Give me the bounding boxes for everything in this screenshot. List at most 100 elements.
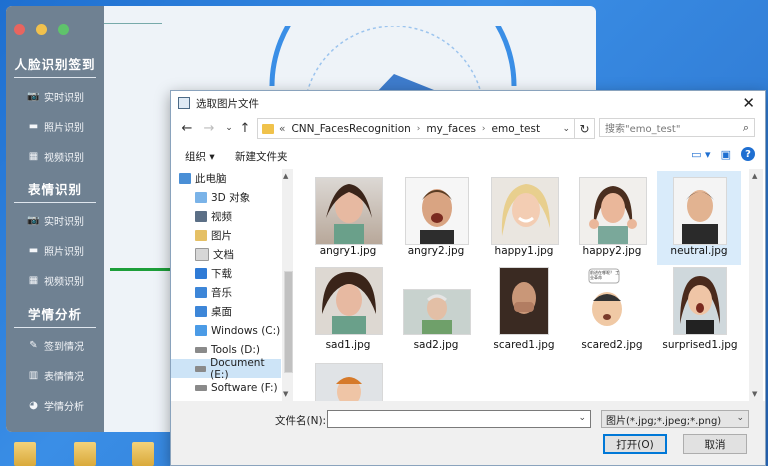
refresh-icon[interactable]: ↻ — [575, 118, 595, 139]
nav-item-downloads[interactable]: 下载 — [195, 264, 293, 283]
help-icon[interactable]: ? — [741, 147, 755, 161]
chevron-right-icon: › — [481, 123, 486, 134]
sidebar-item-video-expr[interactable]: ▦ 视频识别 — [28, 273, 84, 288]
scroll-thumb[interactable] — [284, 271, 293, 373]
search-placeholder: 搜索"emo_test" — [605, 124, 681, 135]
navigation-pane: 此电脑 3D 对象 视频 图片 文档 下载 音乐 桌面 Windows (C:)… — [171, 169, 293, 401]
filename-input[interactable]: ⌄ — [327, 410, 591, 428]
folder-icon: ▬ — [28, 121, 39, 132]
nav-item-videos[interactable]: 视频 — [195, 207, 293, 226]
desktop-folder-icon[interactable] — [14, 442, 36, 466]
nav-item-drive-e[interactable]: Document (E:) — [171, 357, 281, 381]
file-item-partial[interactable] — [305, 361, 391, 401]
nav-item-music[interactable]: 音乐 — [195, 283, 293, 302]
sidebar-item-expression-status[interactable]: ▥ 表情情况 — [28, 368, 84, 383]
preview-pane-icon[interactable]: ▣ — [721, 148, 731, 161]
back-arrow-icon[interactable]: ← — [179, 120, 195, 136]
nav-item-documents[interactable]: 文档 — [195, 245, 293, 264]
film-icon: ▦ — [28, 275, 39, 286]
minimize-dot[interactable] — [36, 24, 47, 35]
new-folder-button[interactable]: 新建文件夹 — [235, 149, 288, 164]
scroll-down-icon[interactable]: ▼ — [283, 390, 288, 398]
window-controls — [14, 24, 69, 35]
file-name: happy1.jpg — [494, 245, 554, 257]
sidebar-item-checkin-status[interactable]: ✎ 签到情况 — [28, 338, 84, 353]
downloads-icon — [195, 268, 207, 279]
scroll-up-icon[interactable]: ▲ — [283, 172, 288, 180]
scroll-up-icon[interactable]: ▲ — [752, 172, 757, 180]
file-item-sad2[interactable]: sad2.jpg — [393, 265, 479, 359]
file-item-neutral[interactable]: neutral.jpg — [657, 171, 741, 265]
nav-label: 桌面 — [211, 306, 232, 318]
close-dot[interactable] — [14, 24, 25, 35]
nav-item-drive-f[interactable]: Software (F:) — [195, 378, 293, 397]
nav-scrollbar[interactable]: ▲ ▼ — [282, 169, 293, 401]
sidebar-item-realtime-face[interactable]: 📷 实时识别 — [27, 89, 84, 104]
file-item-scared1[interactable]: scared1.jpg — [481, 265, 567, 359]
image-thumbnail — [315, 267, 383, 335]
nav-item-drive-c[interactable]: Windows (C:) — [195, 321, 293, 340]
drive-icon — [195, 384, 207, 391]
nav-item-3d-objects[interactable]: 3D 对象 — [195, 188, 293, 207]
sidebar-item-photo-face[interactable]: ▬ 照片识别 — [28, 119, 84, 134]
maximize-dot[interactable] — [58, 24, 69, 35]
sidebar-item-label: 照片识别 — [44, 247, 84, 258]
meme-caption: 前进在哪呢？ 工业革命 — [590, 270, 620, 280]
nav-label: 音乐 — [211, 287, 232, 299]
file-item-happy1[interactable]: happy1.jpg — [481, 171, 567, 265]
sidebar-item-learning-analysis[interactable]: ◕ 学情分析 — [28, 398, 84, 413]
chevron-down-icon[interactable]: ⌄ — [562, 124, 570, 134]
sidebar-item-realtime-expr[interactable]: 📷 实时识别 — [27, 213, 84, 228]
open-button[interactable]: 打开(O) — [603, 434, 667, 454]
breadcrumb-item[interactable]: my_faces — [426, 123, 476, 135]
close-icon[interactable]: ✕ — [742, 94, 755, 112]
image-thumbnail — [403, 289, 471, 335]
file-item-scared2[interactable]: 前进在哪呢？ 工业革命 scared2.jpg — [569, 265, 655, 359]
nav-item-desktop[interactable]: 桌面 — [195, 302, 293, 321]
filename-label: 文件名(N): — [275, 415, 327, 427]
section-title-face-checkin: 人脸识别签到 — [14, 54, 96, 78]
drive-icon — [195, 365, 207, 372]
nav-label: Tools (D:) — [211, 343, 261, 356]
file-type-filter[interactable]: 图片(*.jpg;*.jpeg;*.png) ⌄ — [601, 410, 749, 428]
nav-item-pictures[interactable]: 图片 — [195, 226, 293, 245]
file-name: angry2.jpg — [407, 245, 465, 257]
divider — [104, 23, 162, 24]
file-item-angry2[interactable]: angry2.jpg — [393, 171, 479, 265]
file-name: sad2.jpg — [413, 339, 459, 351]
dialog-title: 选取图片文件 — [196, 97, 259, 110]
nav-item-this-pc[interactable]: 此电脑 — [179, 169, 289, 188]
search-input[interactable]: 搜索"emo_test" ⌕ — [599, 118, 755, 137]
sidebar-item-photo-expr[interactable]: ▬ 照片识别 — [28, 243, 84, 258]
sidebar-item-label: 学情分析 — [44, 402, 84, 413]
desktop-folder-icon[interactable] — [74, 442, 96, 466]
section-title-expression: 表情识别 — [14, 179, 96, 203]
nav-label: 下载 — [211, 268, 232, 280]
recent-dropdown-icon[interactable]: ⌄ — [221, 120, 237, 136]
file-name: angry1.jpg — [319, 245, 377, 257]
dialog-titlebar: 选取图片文件 ✕ — [171, 91, 765, 115]
image-thumbnail — [405, 177, 469, 245]
cancel-button[interactable]: 取消 — [683, 434, 747, 454]
desktop-folder-icon[interactable] — [132, 442, 154, 466]
file-item-angry1[interactable]: angry1.jpg — [305, 171, 391, 265]
breadcrumb-item[interactable]: emo_test — [492, 123, 541, 135]
sidebar-item-label: 视频识别 — [44, 277, 84, 288]
chevron-down-icon[interactable]: ⌄ — [578, 413, 586, 423]
sidebar-item-label: 照片识别 — [44, 123, 84, 134]
scroll-down-icon[interactable]: ▼ — [752, 390, 757, 398]
nav-label: 视频 — [211, 211, 232, 223]
forward-arrow-icon[interactable]: → — [201, 120, 217, 136]
file-item-surprised1[interactable]: surprised1.jpg — [657, 265, 743, 359]
music-icon — [195, 287, 207, 298]
view-options-icon[interactable]: ▭ ▾ — [691, 148, 710, 161]
file-scrollbar[interactable]: ▲ ▼ — [749, 169, 763, 401]
file-item-sad1[interactable]: sad1.jpg — [305, 265, 391, 359]
file-item-happy2[interactable]: happy2.jpg — [569, 171, 655, 265]
breadcrumb-item[interactable]: CNN_FacesRecognition — [291, 123, 410, 135]
organize-button[interactable]: 组织 ▾ — [185, 149, 215, 164]
address-bar[interactable]: « CNN_FacesRecognition › my_faces › emo_… — [257, 118, 575, 139]
sidebar-item-video-face[interactable]: ▦ 视频识别 — [28, 149, 84, 164]
filter-value: 图片(*.jpg;*.jpeg;*.png) — [606, 415, 722, 427]
up-arrow-icon[interactable]: ↑ — [237, 120, 253, 136]
